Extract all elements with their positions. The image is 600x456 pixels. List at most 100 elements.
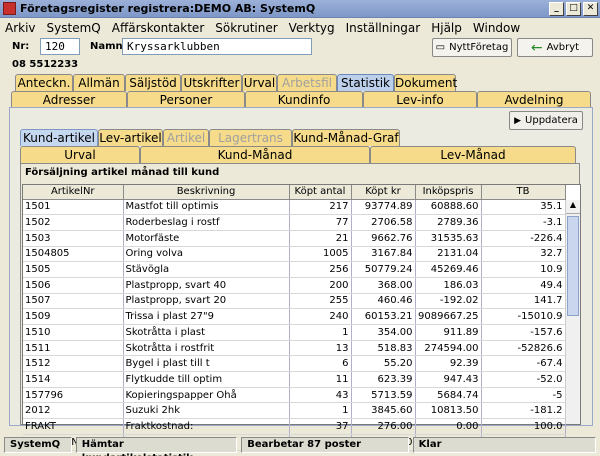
table-cell: -181.2 [481,402,566,420]
status-task: Hämtar kundartikelstatistik [75,437,238,456]
play-icon: ▶ [514,115,522,126]
menu-systemq[interactable]: SystemQ [47,21,101,35]
tab-lagertrans: Lagertrans [209,129,292,146]
maximize-icon[interactable]: □ [566,2,581,16]
app-icon [3,2,16,15]
table-row[interactable]: 1512 Bygel i plast till t 6 55.20 92.39 -67.4 [23,355,566,373]
table-row[interactable]: 1514 Flytkudde till optim 11 623.39 947.43 -5… [23,371,566,388]
col-inkopspris[interactable]: Inköpspris [415,185,482,200]
table-cell: -192.02 [415,293,482,310]
menu-hjalp[interactable]: Hjälp [431,21,462,35]
table-cell: 43 [289,387,352,404]
tab-kundinfo[interactable]: Kundinfo [245,91,363,108]
table-cell: 3167.84 [351,246,416,263]
table-cell: 623.39 [351,371,416,388]
table-cell: 2012 [23,402,124,420]
grid-title: Försäljning artikel månad till kund [25,167,220,178]
tab-lev-artikel[interactable]: Lev-artikel [98,129,163,146]
table-cell: 45269.46 [415,261,482,278]
col-tb[interactable]: TB [481,185,566,200]
update-button[interactable]: ▶ Uppdatera [509,111,583,130]
table-row[interactable]: 1507 Plastpropp, svart 20 255 460.46 -192.02… [23,293,566,310]
menu-arkiv[interactable]: Arkiv [5,21,36,35]
scroll-thumb[interactable] [567,216,579,316]
tab-kund-manad[interactable]: Kund-Månad [140,146,370,163]
scroll-up-icon[interactable]: ▲ [566,200,580,214]
tab-lev-manad[interactable]: Lev-Månad [370,146,576,163]
col-kopt-antal[interactable]: Köpt antal [289,185,352,200]
sales-table: ArtikelNr Beskrivning Köpt antal Köpt kr… [23,185,566,451]
table-row[interactable]: 1503 Motorfäste 21 9662.76 31535.63 -226.4 [23,230,566,247]
tab-allman[interactable]: Allmän [73,74,125,91]
table-cell: 1 [289,324,352,341]
status-app: SystemQ [4,437,72,453]
phone-text: 08 5512233 [12,59,79,70]
tab-statistik[interactable]: Statistik [337,74,394,91]
table-cell: Flytkudde till optim [123,371,290,388]
table-cell: 1507 [23,293,124,310]
nr-field[interactable]: 120 [40,38,80,55]
table-cell: 100.0 [481,418,566,435]
table-cell: 276.00 [351,418,416,435]
back-arrow-icon: ← [530,39,543,56]
table-cell: 2131.04 [415,246,482,263]
table-cell: 0.00 [415,418,482,435]
menu-window[interactable]: Window [473,21,520,35]
tab-personer[interactable]: Personer [127,91,245,108]
menu-verktyg[interactable]: Verktyg [289,21,335,35]
tab-lev-info[interactable]: Lev-info [363,91,477,108]
namn-field[interactable]: Kryssarklubben [122,38,312,55]
tab-urval-sub[interactable]: Urval [20,146,140,163]
table-row[interactable]: 1509 Trissa i plast 27"9 240 60153.21 908966… [23,308,566,325]
table-row[interactable]: FRAKT Fraktkostnad: 37 276.00 0.00 100.0 [23,418,566,435]
cancel-button[interactable]: ← Avbryt [517,38,593,57]
tab-anteckn[interactable]: Anteckn. [15,74,73,91]
tab-adresser[interactable]: Adresser [11,91,127,108]
table-cell: 911.89 [415,324,482,341]
table-cell: 49.4 [481,277,566,294]
table-row[interactable]: 1510 Skotråtta i plast 1 354.00 911.89 -157.6 [23,324,566,341]
table-cell: 10813.50 [415,402,482,420]
table-cell: -15010.9 [481,308,566,325]
table-cell: Mastfot till optimis [123,199,290,216]
table-cell: 518.83 [351,340,416,357]
table-cell: 217 [289,199,352,216]
table-row[interactable]: 157796 Kopieringspapper Ohå 43 5713.59 5684.… [23,387,566,404]
table-cell: 35.1 [481,199,566,216]
vertical-scrollbar[interactable]: ▲ [565,200,580,424]
tab-avdelning[interactable]: Avdelning [477,91,591,108]
menu-installningar[interactable]: Inställningar [346,21,421,35]
table-row[interactable]: 1501 Mastfot till optimis 217 93774.89 60888… [23,199,566,216]
table-cell: Kopieringspapper Ohå [123,387,290,404]
table-cell: 37 [289,418,352,435]
new-company-button[interactable]: ▭ NyttFöretag [432,38,512,57]
table-cell: -226.4 [481,230,566,247]
table-row[interactable]: 1502 Roderbeslag i rostf 77 2706.58 2789.36-… [23,214,566,231]
table-row[interactable]: 1511 Skotråtta i rostfrit 13 518.83 274594.0… [23,340,566,357]
menu-affarskontakter[interactable]: Affärskontakter [112,21,205,35]
table-row[interactable]: 1505 Stävögla 256 50779.24 45269.46 10.9 [23,261,566,278]
title-bar: Företagsregister registrera:DEMO AB: Sys… [0,0,600,18]
table-cell: Fraktkostnad: [123,418,290,435]
table-cell: 141.7 [481,293,566,310]
tab-dokument[interactable]: Dokument [394,74,457,91]
menu-sokrutiner[interactable]: Sökrutiner [215,21,277,35]
sub-tabs-row1: Kund-artikel Lev-artikel Artikel Lagertr… [20,129,580,146]
close-icon[interactable]: ✕ [583,2,598,16]
tab-kund-manad-graf[interactable]: Kund-Månad-Graf [292,129,400,146]
table-cell: 32.7 [481,246,566,263]
col-artikelnr[interactable]: ArtikelNr [23,185,124,200]
table-cell: Plastpropp, svart 40 [123,277,290,294]
menu-bar: Arkiv SystemQ Affärskontakter Sökrutiner… [0,18,600,37]
minimize-icon[interactable]: _ [549,2,564,16]
table-row[interactable]: 1504805 Oring volva 1005 3167.84 2131.04 32.7 [23,246,566,263]
main-tabs-row1: Anteckn. Allmän Säljstöd Utskrifter Urva… [9,74,593,91]
col-beskrivning[interactable]: Beskrivning [123,185,290,200]
tab-utskrifter[interactable]: Utskrifter [181,74,242,91]
table-row[interactable]: 2012 Suzuki 2hk 1 3845.60 10813.50 -181.2 [23,402,566,420]
tab-kund-artikel[interactable]: Kund-artikel [20,129,98,146]
table-row[interactable]: 1506 Plastpropp, svart 40 200 368.00 186.03 4… [23,277,566,294]
col-kopt-kr[interactable]: Köpt kr [351,185,416,200]
tab-saljstod[interactable]: Säljstöd [125,74,181,91]
tab-urval[interactable]: Urval [242,74,277,91]
